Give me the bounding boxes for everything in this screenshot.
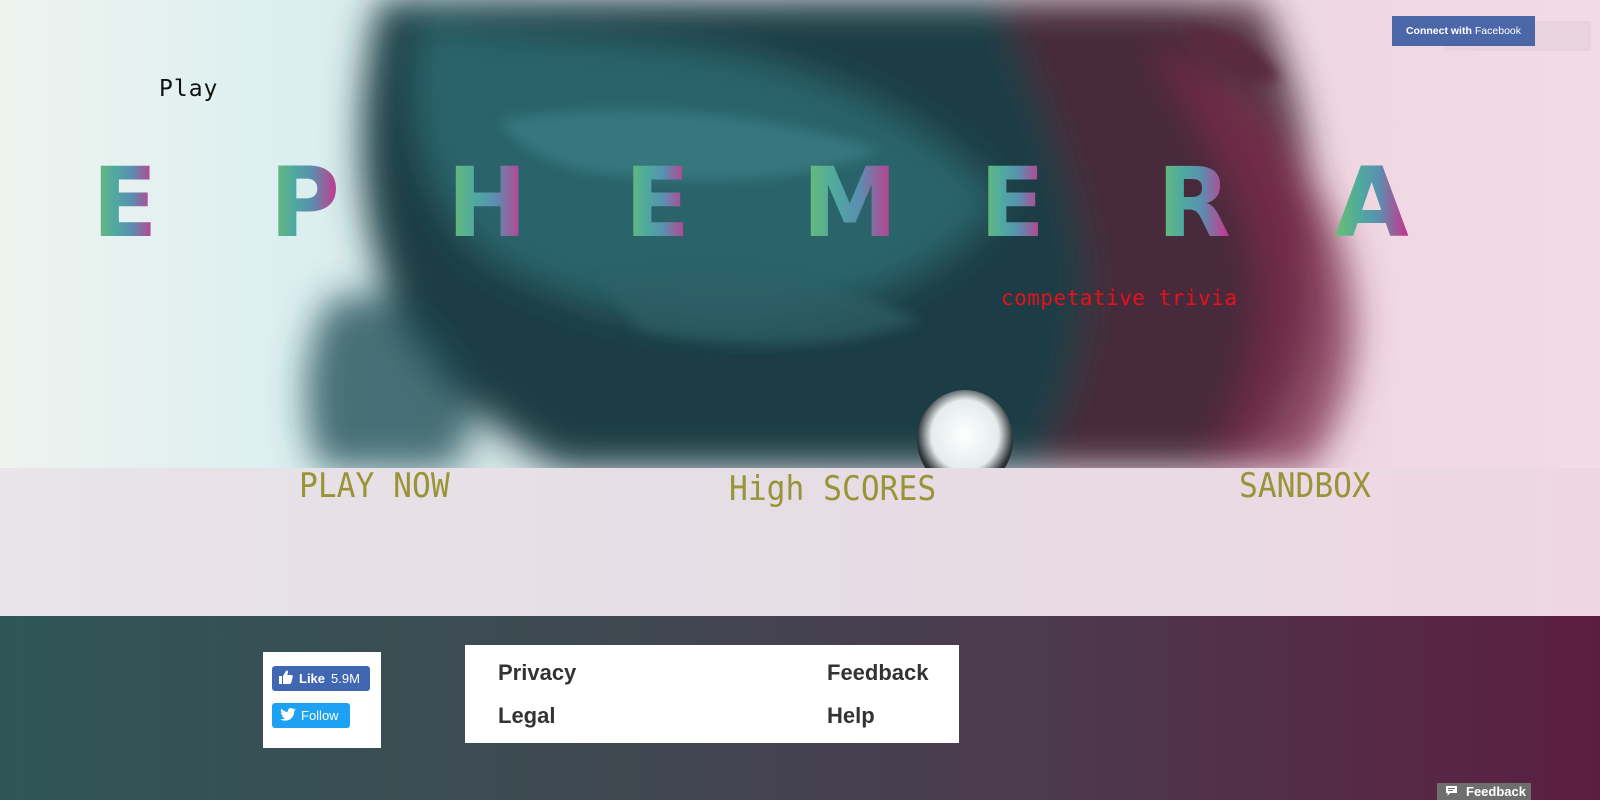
privacy-link[interactable]: Privacy xyxy=(498,660,576,686)
sandbox-link[interactable]: SANDBOX xyxy=(1239,466,1371,506)
feedback-tab[interactable]: Feedback xyxy=(1437,783,1531,800)
logo-letter: E xyxy=(980,147,1046,255)
thumbs-up-icon xyxy=(278,670,293,687)
play-now-link[interactable]: PLAY NOW xyxy=(299,466,450,506)
logo-letter: R xyxy=(1157,147,1231,255)
message-icon xyxy=(1446,784,1457,799)
connect-label: Connect with xyxy=(1405,25,1472,37)
feedback-link[interactable]: Feedback xyxy=(827,660,929,686)
help-link[interactable]: Help xyxy=(827,703,875,729)
logo-letter: P xyxy=(270,147,340,255)
twitter-follow-button[interactable]: Follow xyxy=(272,703,350,728)
facebook-like-button[interactable]: Like 5.9M xyxy=(272,666,370,691)
logo-letter: M xyxy=(802,147,898,255)
logo-letter: E xyxy=(625,147,691,255)
twitter-bird-icon xyxy=(280,707,296,724)
follow-label: Follow xyxy=(301,708,339,723)
nav-play-link[interactable]: Play xyxy=(159,76,218,102)
logo-letter: A xyxy=(1335,147,1409,255)
tagline: competative trivia xyxy=(1001,286,1238,310)
high-scores-link[interactable]: High SCORES xyxy=(729,469,936,509)
ephemera-logo: EPHEMERA xyxy=(92,147,1409,255)
logo-letter: E xyxy=(92,147,158,255)
logo-letter: H xyxy=(447,147,527,255)
facebook-label: Facebook xyxy=(1474,25,1522,37)
like-count: 5.9M xyxy=(331,671,360,686)
feedback-tab-label: Feedback xyxy=(1466,784,1526,799)
legal-link[interactable]: Legal xyxy=(498,703,555,729)
like-label: Like xyxy=(299,671,326,686)
connect-with-facebook-button[interactable]: Connect with Facebook xyxy=(1392,16,1535,46)
